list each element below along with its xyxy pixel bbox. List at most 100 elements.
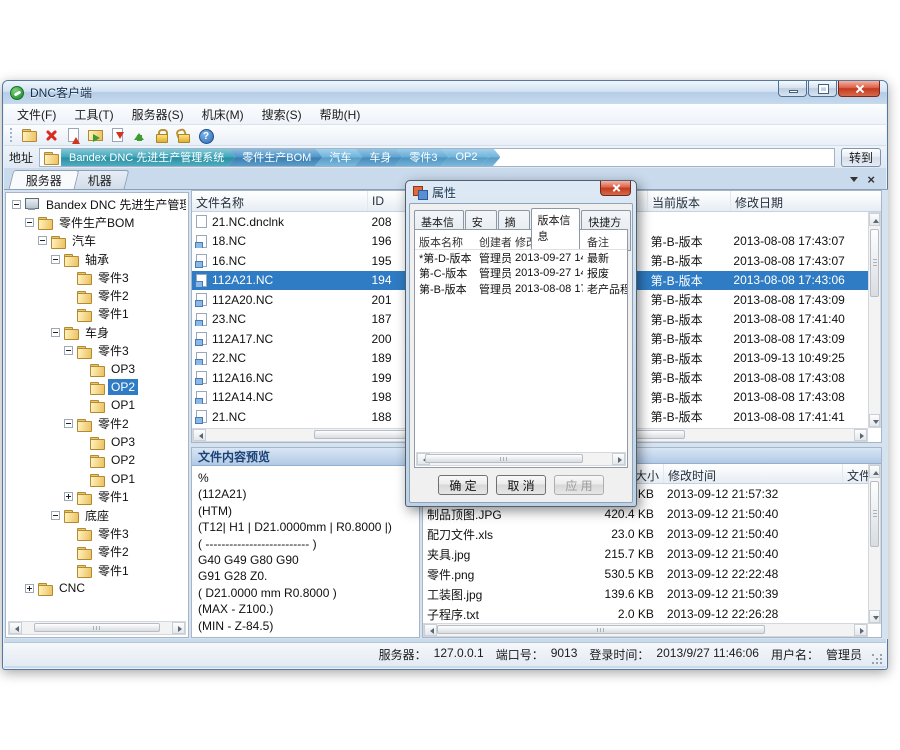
new-folder-button[interactable] xyxy=(18,126,40,145)
column-header-remark[interactable]: 备注 xyxy=(583,234,627,249)
column-header-file[interactable]: 文件(&I xyxy=(843,464,870,483)
ok-button[interactable]: 确 定 xyxy=(438,475,488,495)
column-header-name[interactable]: 文件名称 xyxy=(192,191,368,211)
dialog-close-button[interactable] xyxy=(600,181,631,196)
tree-item[interactable]: OP3 xyxy=(8,360,186,378)
tree-item[interactable]: 零件2 xyxy=(8,415,186,433)
related-hscrollbar[interactable] xyxy=(423,623,868,637)
tree-item[interactable]: 零件生产BOM xyxy=(8,213,186,231)
scroll-down-button[interactable] xyxy=(869,610,880,623)
dialog-hscrollbar[interactable] xyxy=(416,452,626,466)
related-vscrollbar[interactable] xyxy=(868,464,881,624)
breadcrumb-segment[interactable]: 零件3 xyxy=(394,148,448,167)
related-file-row[interactable]: 零件.png530.5 KB2013-09-12 22:22:48 xyxy=(423,564,868,584)
scroll-right-button[interactable] xyxy=(172,622,185,634)
column-header-date[interactable]: 修改日期 xyxy=(731,191,870,211)
tree-item[interactable]: OP1 xyxy=(8,396,186,414)
tree-item[interactable]: OP2 xyxy=(8,451,186,469)
tree-item[interactable]: OP1 xyxy=(8,469,186,487)
breadcrumb-segment[interactable]: 零件生产BOM xyxy=(227,148,322,167)
tree-item[interactable]: 底座 xyxy=(8,506,186,524)
unlock-button[interactable] xyxy=(172,126,194,145)
tree-item[interactable]: 零件3 xyxy=(8,268,186,286)
menu-item[interactable]: 服务器(S) xyxy=(123,104,193,125)
expander-minus-icon[interactable] xyxy=(25,218,34,227)
related-file-row[interactable]: 夹具.jpg215.7 KB2013-09-12 21:50:40 xyxy=(423,544,868,564)
menu-item[interactable]: 搜索(S) xyxy=(253,104,311,125)
dialog-tab-版本信息[interactable]: 版本信息 xyxy=(531,208,581,249)
scrollbar-thumb[interactable] xyxy=(34,623,161,632)
scroll-up-button[interactable] xyxy=(869,465,880,478)
lock-button[interactable] xyxy=(150,126,172,145)
expander-minus-icon[interactable] xyxy=(51,511,60,520)
expander-plus-icon[interactable] xyxy=(64,492,73,501)
related-file-row[interactable]: 子程序.txt2.0 KB2013-09-12 22:26:28 xyxy=(423,604,868,624)
tree-item[interactable]: OP3 xyxy=(8,433,186,451)
related-file-row[interactable]: 配刀文件.xls23.0 KB2013-09-12 21:50:40 xyxy=(423,524,868,544)
expander-plus-icon[interactable] xyxy=(25,584,34,593)
expander-minus-icon[interactable] xyxy=(64,419,73,428)
expander-minus-icon[interactable] xyxy=(38,236,47,245)
checkout-file-button[interactable] xyxy=(106,126,128,145)
maximize-button[interactable] xyxy=(808,81,837,97)
version-row[interactable]: *第-D-版本管理员2013-09-27 14:...最新 xyxy=(415,250,627,266)
scroll-right-button[interactable] xyxy=(854,429,867,441)
menu-item[interactable]: 机床(M) xyxy=(193,104,253,125)
tree-item[interactable]: 零件1 xyxy=(8,488,186,506)
tree-item[interactable]: 零件2 xyxy=(8,543,186,561)
scroll-right-button[interactable] xyxy=(854,624,867,636)
checkin-file-button[interactable] xyxy=(62,126,84,145)
version-row[interactable]: 第-C-版本管理员2013-09-27 14:...报废 xyxy=(415,266,627,282)
related-file-row[interactable]: 制品顶图.JPG420.4 KB2013-09-12 21:50:40 xyxy=(423,504,868,524)
column-header-version[interactable]: 当前版本 xyxy=(648,191,731,211)
related-file-row[interactable]: 工装图.jpg139.6 KB2013-09-12 21:50:39 xyxy=(423,584,868,604)
tree-item[interactable]: 零件2 xyxy=(8,286,186,304)
tree-hscrollbar[interactable] xyxy=(8,621,186,635)
go-button[interactable]: 转到 xyxy=(841,148,881,167)
scrollbar-thumb[interactable] xyxy=(870,481,879,547)
scroll-left-button[interactable] xyxy=(9,622,22,634)
cancel-button[interactable]: 取 消 xyxy=(496,475,546,495)
tree-item[interactable]: 轴承 xyxy=(8,250,186,268)
tree-item[interactable]: Bandex DNC 先进生产管理系统 xyxy=(8,195,186,213)
tab-机器[interactable]: 机器 xyxy=(71,170,130,189)
scroll-left-button[interactable] xyxy=(193,429,206,441)
file-list-vscrollbar[interactable] xyxy=(868,212,881,428)
tree-item[interactable]: CNC xyxy=(8,579,186,597)
scroll-up-button[interactable] xyxy=(869,213,880,226)
menu-item[interactable]: 帮助(H) xyxy=(311,104,370,125)
scroll-left-button[interactable] xyxy=(424,624,437,636)
column-header-version-name[interactable]: 版本名称 xyxy=(415,234,475,249)
version-row[interactable]: 第-B-版本管理员2013-08-08 17:...老产品程序 xyxy=(415,281,627,297)
tree-item[interactable]: 零件1 xyxy=(8,305,186,323)
expander-minus-icon[interactable] xyxy=(12,200,21,209)
scrollbar-thumb[interactable] xyxy=(870,229,879,297)
breadcrumb-segment[interactable]: Bandex DNC 先进生产管理系统 xyxy=(61,148,235,167)
menu-item[interactable]: 工具(T) xyxy=(65,104,122,125)
tree-item[interactable]: OP2 xyxy=(8,378,186,396)
panel-menu-icon[interactable] xyxy=(850,177,858,186)
send-to-folder-button[interactable] xyxy=(84,126,106,145)
tree-item[interactable]: 汽车 xyxy=(8,232,186,250)
column-header-time[interactable]: 修改时间 xyxy=(664,464,843,483)
resize-grip[interactable] xyxy=(872,654,884,666)
title-bar[interactable]: DNC客户端 xyxy=(3,81,887,104)
close-button[interactable] xyxy=(838,81,880,97)
expander-minus-icon[interactable] xyxy=(51,328,60,337)
expander-minus-icon[interactable] xyxy=(51,255,60,264)
menu-item[interactable]: 文件(F) xyxy=(8,104,65,125)
tab-服务器[interactable]: 服务器 xyxy=(9,170,80,189)
scroll-right-button[interactable] xyxy=(612,453,625,465)
scrollbar-thumb[interactable] xyxy=(425,454,583,463)
panel-close-icon[interactable]: × xyxy=(867,174,875,186)
tree-item[interactable]: 零件3 xyxy=(8,341,186,359)
column-header-creator[interactable]: 创建者 xyxy=(475,234,511,249)
expander-minus-icon[interactable] xyxy=(64,346,73,355)
tree-item[interactable]: 零件3 xyxy=(8,524,186,542)
upload-button[interactable] xyxy=(128,126,150,145)
scroll-down-button[interactable] xyxy=(869,414,880,427)
tree-item[interactable]: 车身 xyxy=(8,323,186,341)
tree-item[interactable]: 零件1 xyxy=(8,561,186,579)
help-button[interactable] xyxy=(194,126,216,145)
minimize-button[interactable] xyxy=(778,81,807,97)
